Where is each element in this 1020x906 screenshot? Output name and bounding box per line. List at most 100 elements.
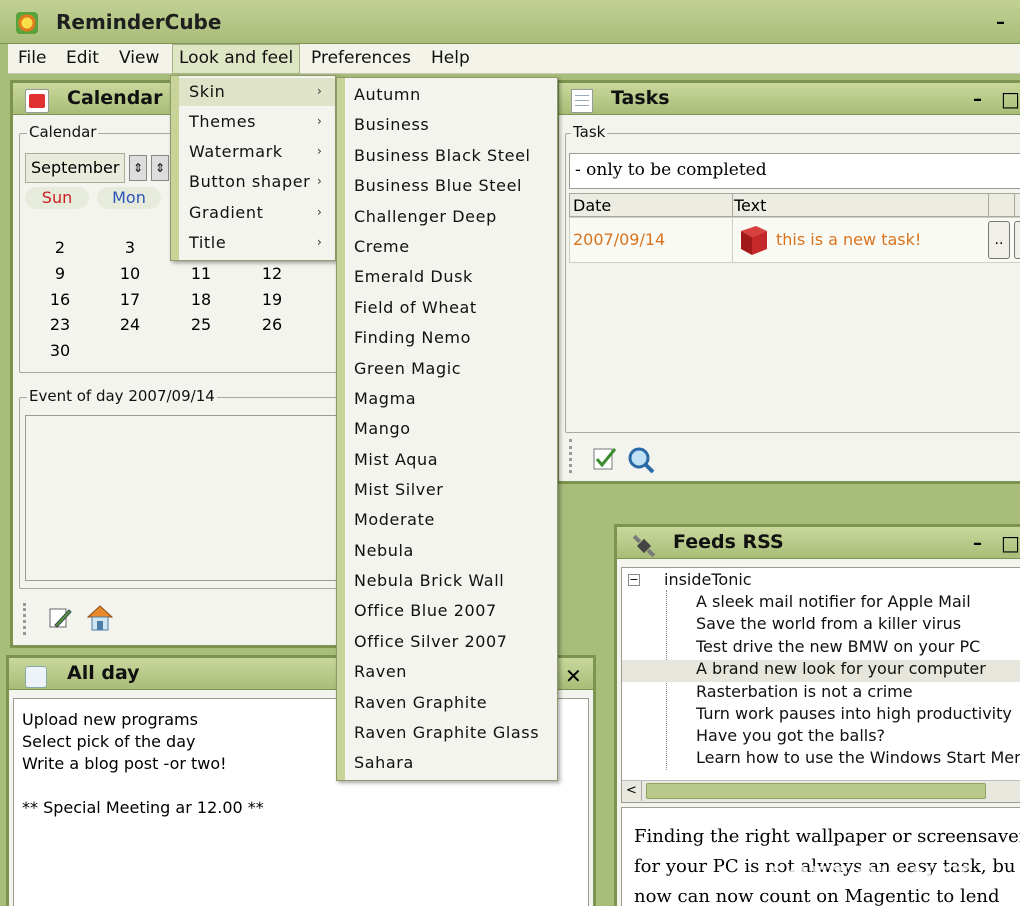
calendar-day[interactable]: 9 <box>45 264 75 283</box>
feeds-minimize-button[interactable]: – <box>973 533 982 554</box>
calendar-day[interactable]: 12 <box>257 264 287 283</box>
table-row[interactable]: 2007/09/14 this is a new task! .. <box>569 217 1020 263</box>
list-item[interactable]: A sleek mail notifier for Apple Mail <box>696 592 971 611</box>
calendar-day[interactable]: 11 <box>186 264 216 283</box>
menu-item-watermark[interactable]: Watermark <box>189 142 283 161</box>
calendar-day[interactable]: 19 <box>257 290 287 309</box>
skin-item[interactable]: Office Silver 2007 <box>354 632 508 651</box>
skin-item[interactable]: Mango <box>354 419 411 438</box>
feed-root[interactable]: insideTonic <box>664 570 752 589</box>
tree-collapse-icon[interactable]: − <box>628 574 640 586</box>
skin-item[interactable]: Finding Nemo <box>354 328 471 347</box>
search-task-icon[interactable] <box>627 445 655 474</box>
satellite-icon <box>631 533 657 559</box>
home-icon[interactable] <box>85 603 114 631</box>
calendar-day[interactable]: 30 <box>45 341 75 360</box>
menu-edit[interactable]: Edit <box>66 48 99 68</box>
column-text[interactable]: Text <box>734 196 766 215</box>
close-icon[interactable]: ✕ <box>565 664 582 688</box>
skin-item[interactable]: Nebula Brick Wall <box>354 571 504 590</box>
tasks-minimize-button[interactable]: – <box>973 89 982 110</box>
calendar-day[interactable]: 26 <box>257 315 287 334</box>
task-details-button[interactable]: .. <box>988 221 1010 259</box>
calendar-day[interactable]: 23 <box>45 315 75 334</box>
look-and-feel-menu: Skin Themes Watermark Button shaper Grad… <box>170 75 336 261</box>
list-item[interactable]: Test drive the new BMW on your PC <box>696 637 980 656</box>
scroll-left-button[interactable]: < <box>622 781 642 801</box>
skin-item[interactable]: Autumn <box>354 85 421 104</box>
menu-item-button-shaper[interactable]: Button shaper <box>189 172 310 191</box>
watermark: SOFT-OK.NET <box>768 862 972 892</box>
skin-item[interactable]: Creme <box>354 237 410 256</box>
feeds-rss-panel: Feeds RSS – □ − insideTonic A sleek mail… <box>614 524 1020 906</box>
task-action-button[interactable] <box>1014 221 1020 259</box>
menu-look-and-feel[interactable]: Look and feel <box>172 44 301 74</box>
toolbar-grip[interactable] <box>23 603 26 635</box>
calendar-day[interactable]: 18 <box>186 290 216 309</box>
all-day-panel-title: All day <box>67 662 140 684</box>
tasks-maximize-button[interactable]: □ <box>1001 87 1020 111</box>
menu-preferences[interactable]: Preferences <box>311 48 411 68</box>
calendar-day[interactable]: 2 <box>45 238 75 257</box>
app-logo-icon <box>16 12 38 34</box>
list-item[interactable]: A brand new look for your computer <box>696 659 986 678</box>
menu-view[interactable]: View <box>119 48 159 68</box>
skin-item[interactable]: Mist Aqua <box>354 450 438 469</box>
skin-item[interactable]: Nebula <box>354 541 414 560</box>
feeds-maximize-button[interactable]: □ <box>1001 531 1020 555</box>
skin-item[interactable]: Business Black Steel <box>354 146 531 165</box>
list-item[interactable]: Save the world from a killer virus <box>696 614 961 633</box>
task-group-label: Task <box>571 123 608 141</box>
tasks-toolbar-grip[interactable] <box>569 439 572 473</box>
calendar-day[interactable]: 10 <box>115 264 145 283</box>
list-item[interactable]: Have you got the balls? <box>696 726 885 745</box>
column-date[interactable]: Date <box>573 196 611 215</box>
list-item[interactable]: Rasterbation is not a crime <box>696 682 913 701</box>
skin-item[interactable]: Raven <box>354 662 407 681</box>
edit-note-icon[interactable] <box>47 605 73 631</box>
article-line: Finding the right wallpaper or screensav… <box>634 826 1020 847</box>
list-item[interactable]: Turn work pauses into high productivity <box>696 704 1012 723</box>
skin-item[interactable]: Emerald Dusk <box>354 267 473 286</box>
feeds-tree[interactable]: − insideTonic A sleek mail notifier for … <box>621 567 1020 803</box>
submenu-arrow-icon: › <box>317 114 322 128</box>
skin-item[interactable]: Office Blue 2007 <box>354 601 497 620</box>
skin-item[interactable]: Business <box>354 115 429 134</box>
menu-stripe <box>171 76 179 260</box>
month-spinner-up-down-icon[interactable]: ⇕ <box>129 155 147 181</box>
menu-item-skin[interactable]: Skin <box>189 82 225 101</box>
skin-item[interactable]: Moderate <box>354 510 435 529</box>
menu-help[interactable]: Help <box>431 48 470 68</box>
scroll-thumb[interactable] <box>646 783 986 799</box>
list-item[interactable]: Learn how to use the Windows Start Menu <box>696 748 1020 767</box>
skin-item[interactable]: Field of Wheat <box>354 298 477 317</box>
skin-item[interactable]: Green Magic <box>354 359 461 378</box>
menu-item-title[interactable]: Title <box>189 233 226 252</box>
skin-item[interactable]: Challenger Deep <box>354 207 497 226</box>
calendar-day[interactable]: 17 <box>115 290 145 309</box>
skin-item[interactable]: Sahara <box>354 753 414 772</box>
year-spinner-up-down-icon[interactable]: ⇕ <box>151 155 169 181</box>
minimize-window-button[interactable]: – <box>996 12 1005 33</box>
skin-item[interactable]: Raven Graphite Glass <box>354 723 539 742</box>
menu-item-gradient[interactable]: Gradient <box>189 203 263 222</box>
skin-item[interactable]: Raven Graphite <box>354 693 487 712</box>
horizontal-scrollbar[interactable]: < <box>622 780 1020 802</box>
submenu-arrow-icon: › <box>317 84 322 98</box>
calendar-day[interactable]: 16 <box>45 290 75 309</box>
skin-item[interactable]: Business Blue Steel <box>354 176 522 195</box>
month-selector[interactable]: September <box>25 153 125 183</box>
new-task-icon[interactable] <box>591 445 617 471</box>
menu-file[interactable]: File <box>18 48 46 68</box>
calendar-day[interactable]: 25 <box>186 315 216 334</box>
calendar-day[interactable]: 3 <box>115 238 145 257</box>
menu-item-themes[interactable]: Themes <box>189 112 256 131</box>
submenu-arrow-icon: › <box>317 174 322 188</box>
calendar-group-label: Calendar <box>27 123 99 141</box>
calendar-day[interactable]: 24 <box>115 315 145 334</box>
event-of-day-textarea[interactable] <box>25 415 345 581</box>
skin-item[interactable]: Magma <box>354 389 416 408</box>
month-label: September <box>31 158 120 177</box>
skin-item[interactable]: Mist Silver <box>354 480 443 499</box>
task-filter-select[interactable]: - only to be completed <box>569 153 1020 189</box>
